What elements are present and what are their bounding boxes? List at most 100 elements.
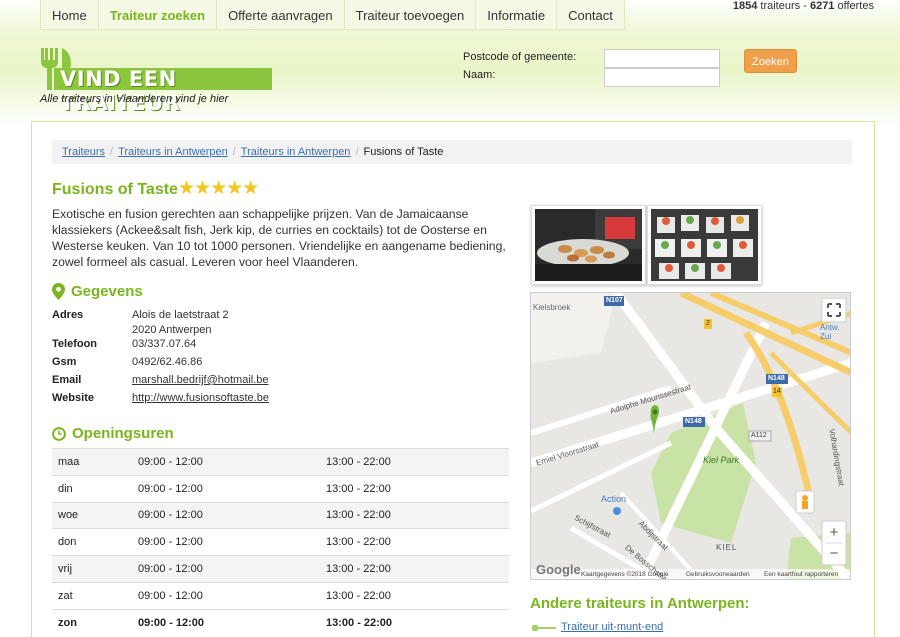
search-button[interactable]: Zoeken [744,49,797,73]
mobile-label: Gsm [52,356,77,368]
breadcrumb-antwerpen-1[interactable]: Traiteurs in Antwerpen [118,146,228,158]
other-caterer-link[interactable]: Traiteur uit-munt-end [561,621,663,633]
clock-icon [52,426,66,441]
traiteurs-label: traiteurs [760,0,801,12]
breadcrumb-separator: / [110,146,114,158]
morning-cell: 09:00 - 12:00 [132,528,320,556]
details-title: Gegevens [71,283,143,300]
day-cell: zon [52,608,132,637]
map-label-r14: 14 [773,388,781,395]
traiteurs-count: 1854 [732,0,758,12]
nav-home[interactable]: Home [41,0,99,29]
email-link[interactable]: marshall.bedrijf@hotmail.be [132,373,269,388]
main-nav: Home Traiteur zoeken Offerte aanvragen T… [40,0,625,30]
map-attribution-data: Kaartgegevens ©2018 Google [581,571,669,578]
location-map[interactable]: Kielsbroek N107 Antw. Zui 2 N148 14 N148… [530,292,851,580]
breadcrumb-current: Fusions of Taste [363,146,444,158]
day-cell: din [52,474,132,503]
phone-value: 03/337.07.64 [132,338,197,350]
map-label-n148-b: N148 [685,418,702,425]
map-marker-icon[interactable] [647,401,661,435]
fork-list-icon [532,625,556,631]
map-pin-icon [52,283,65,300]
nav-traiteur-zoeken[interactable]: Traiteur zoeken [99,0,218,29]
site-stats: 1854 traiteurs - 6271 offertes [733,0,874,12]
breadcrumb-separator: / [355,146,359,158]
postcode-input[interactable] [604,49,720,68]
table-row: don 09:00 - 12:00 13:00 - 22:00 [52,528,509,556]
nav-informatie[interactable]: Informatie [476,0,558,29]
mobile-value: 0492/62.46.86 [132,356,203,368]
logo-tagline: Alle traiteurs in Vlaanderen vind je hie… [40,93,229,105]
food-photo-2 [651,209,758,281]
evening-cell: 13:00 - 22:00 [320,608,509,637]
map-terms-link[interactable]: Gebruiksvoorwaarden [686,571,750,578]
phone-label: Telefoon [52,338,98,350]
pegman-icon[interactable] [796,491,814,513]
day-cell: vrij [52,555,132,583]
food-photo-1 [535,209,642,281]
business-description: Exotische en fusion gerechten aan schapp… [52,207,506,269]
table-row: maa 09:00 - 12:00 13:00 - 22:00 [52,448,509,476]
breadcrumb-antwerpen-2[interactable]: Traiteurs in Antwerpen [241,146,351,158]
map-canvas [531,293,850,579]
nav-traiteur-toevoegen[interactable]: Traiteur toevoegen [345,0,477,29]
map-zoom-out[interactable]: − [822,543,846,564]
map-label-antw-zuid: Antw. Zui [820,323,840,341]
morning-cell: 09:00 - 12:00 [132,448,320,476]
hours-heading: Openingsuren [52,425,174,442]
table-row: vrij 09:00 - 12:00 13:00 - 22:00 [52,555,509,583]
map-label-r2: 2 [706,320,710,327]
evening-cell: 13:00 - 22:00 [320,581,509,610]
day-cell: woe [52,501,132,529]
table-row: zat 09:00 - 12:00 13:00 - 22:00 [52,581,509,610]
details-heading: Gegevens [52,283,143,300]
map-report-link[interactable]: Een kaartfout rapporteren [764,571,838,578]
morning-cell: 09:00 - 12:00 [132,608,320,637]
website-link[interactable]: http://www.fusionsoftaste.be [132,391,269,406]
breadcrumb-separator: / [232,146,236,158]
map-label-n148-a: N148 [768,375,785,382]
table-row: din 09:00 - 12:00 13:00 - 22:00 [52,474,509,503]
rating-stars: ★★★★★ [178,178,259,199]
offertes-count: 6271 [809,0,835,12]
evening-cell: 13:00 - 22:00 [320,501,509,529]
logo-text: VIND EEN TRAITEUR [60,67,181,115]
name-label: Naam: [463,69,496,81]
map-zoom-in[interactable]: + [822,522,846,543]
breadcrumb: Traiteurs / Traiteurs in Antwerpen / Traiteu… [52,140,852,164]
morning-cell: 09:00 - 12:00 [132,555,320,583]
evening-cell: 13:00 - 22:00 [320,448,509,476]
address-line1: Alois de laetstraat 2 [132,309,229,321]
nav-contact[interactable]: Contact [557,0,624,29]
evening-cell: 13:00 - 22:00 [320,474,509,503]
name-input[interactable] [604,68,720,87]
map-label-a112: A112 [751,432,767,439]
map-label-kiel: KIEL [716,543,738,552]
fullscreen-icon[interactable] [822,298,846,322]
photo-thumbnail-1[interactable] [531,205,646,285]
day-cell: don [52,528,132,556]
breadcrumb-traiteurs[interactable]: Traiteurs [62,146,105,158]
website-label: Website [52,392,94,404]
other-caterers-heading: Andere traiteurs in Antwerpen: [530,595,750,612]
stats-separator: - [803,0,807,12]
evening-cell: 13:00 - 22:00 [320,555,509,583]
address-line2: 2020 Antwerpen [132,324,212,336]
morning-cell: 09:00 - 12:00 [132,501,320,529]
site-logo[interactable]: VIND EEN TRAITEUR [40,48,272,115]
opening-hours-table: maa 09:00 - 12:00 13:00 - 22:00 din 09:00 -… [52,448,509,637]
photo-thumbnail-2[interactable] [647,205,762,285]
offertes-label: offertes [837,0,875,12]
map-label-action: Action [601,494,627,504]
address-label: Adres [52,309,84,321]
nav-offerte-aanvragen[interactable]: Offerte aanvragen [217,0,345,29]
postcode-label: Postcode of gemeente: [463,51,577,63]
day-cell: maa [52,448,132,476]
table-row-today: zon 09:00 - 12:00 13:00 - 22:00 [52,608,509,637]
hours-title: Openingsuren [72,425,174,442]
table-row: woe 09:00 - 12:00 13:00 - 22:00 [52,501,509,529]
page-title: Fusions of Taste [52,181,178,198]
day-cell: zat [52,581,132,610]
map-label-kiel-park: Kiel Park [703,455,740,465]
